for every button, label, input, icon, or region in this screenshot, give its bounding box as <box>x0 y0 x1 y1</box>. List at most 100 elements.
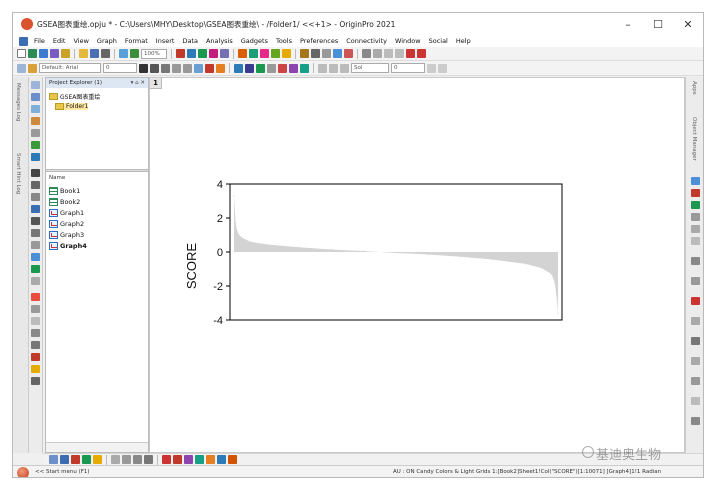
tree-root[interactable]: GSEA图表重绘 <box>49 92 100 101</box>
menu-help[interactable]: Help <box>456 37 471 45</box>
app-icon-2[interactable] <box>691 201 700 209</box>
refresh-icon[interactable] <box>130 49 139 58</box>
data-reader-icon[interactable] <box>300 63 309 73</box>
import-icon[interactable] <box>119 49 128 58</box>
save-icon[interactable] <box>90 49 99 58</box>
results-log-icon[interactable] <box>271 49 280 58</box>
data-selector-icon[interactable] <box>31 141 40 149</box>
legend-icon[interactable] <box>278 63 287 73</box>
object-manager-tab[interactable]: Object Manager <box>691 117 697 161</box>
app-icon-6[interactable] <box>691 257 700 265</box>
app-icon-7[interactable] <box>691 277 700 285</box>
zoom-select[interactable]: 100% <box>141 48 167 59</box>
menu-analysis[interactable]: Analysis <box>206 37 233 45</box>
app-icon-13[interactable] <box>691 397 700 405</box>
fill-color-icon[interactable] <box>216 63 225 73</box>
new-matrix-icon[interactable] <box>50 49 59 58</box>
theme-icon[interactable] <box>28 63 37 73</box>
menu-graph[interactable]: Graph <box>97 37 117 45</box>
merge-graph-icon[interactable] <box>234 63 243 73</box>
minimize-button[interactable]: – <box>613 13 643 35</box>
date-time-icon[interactable] <box>31 317 40 325</box>
ternary-icon[interactable] <box>206 455 215 464</box>
matrix-plot-icon[interactable] <box>111 455 120 464</box>
app-icon-11[interactable] <box>691 357 700 365</box>
apps-tab[interactable]: Apps <box>691 81 697 95</box>
menu-connectivity[interactable]: Connectivity <box>346 37 387 45</box>
app-icon-10[interactable] <box>691 337 700 345</box>
region-tool-icon[interactable] <box>31 153 40 161</box>
rectangle-tool-icon[interactable] <box>31 217 40 225</box>
statistics-plot-icon[interactable] <box>162 455 171 464</box>
font-size-select[interactable]: 0 <box>103 63 137 73</box>
waterfall-icon[interactable] <box>228 455 237 464</box>
layer-contents-icon[interactable] <box>245 63 254 73</box>
app-icon-14[interactable] <box>691 417 700 425</box>
arrow-icon[interactable] <box>340 63 349 73</box>
menu-view[interactable]: View <box>73 37 88 45</box>
menu-format[interactable]: Format <box>125 37 148 45</box>
statistics-icon[interactable] <box>333 49 342 58</box>
smart-hint-log-tab[interactable]: Smart Hint Log <box>15 153 21 194</box>
align-icon[interactable] <box>267 63 276 73</box>
subscript-icon[interactable] <box>183 63 192 73</box>
new-graph-icon[interactable] <box>39 49 48 58</box>
app-icon-1[interactable] <box>691 189 700 197</box>
contour-icon[interactable] <box>122 455 131 464</box>
math-x-icon[interactable] <box>384 49 393 58</box>
table-icon[interactable] <box>220 49 229 58</box>
pointer-mode-icon[interactable] <box>17 63 26 73</box>
scale-tool-icon[interactable] <box>31 105 40 113</box>
app-icon-8[interactable] <box>691 297 700 305</box>
line-color-icon[interactable] <box>318 63 327 73</box>
object-edit-icon[interactable] <box>31 377 40 385</box>
menu-social[interactable]: Social <box>429 37 448 45</box>
scatter-plot-icon[interactable] <box>60 455 69 464</box>
plot-icon[interactable] <box>198 49 207 58</box>
menu-tools[interactable]: Tools <box>276 37 292 45</box>
curved-arrow-icon[interactable] <box>31 193 40 201</box>
list-item-graph4[interactable]: Graph4 <box>49 242 87 250</box>
list-item-graph3[interactable]: Graph3 <box>49 231 84 239</box>
list-item-graph1[interactable]: Graph1 <box>49 209 84 217</box>
symbol-icon[interactable] <box>427 63 436 73</box>
polar-icon[interactable] <box>217 455 226 464</box>
layer-icon[interactable] <box>187 49 196 58</box>
line-symbol-icon[interactable] <box>71 455 80 464</box>
freehand-tool-icon[interactable] <box>31 253 40 261</box>
math-y-icon[interactable] <box>395 49 404 58</box>
new-project-icon[interactable] <box>17 49 26 58</box>
open-icon[interactable] <box>79 49 88 58</box>
font-color-icon[interactable] <box>205 63 214 73</box>
circle-tool-icon[interactable] <box>31 229 40 237</box>
menu-window[interactable]: Window <box>395 37 421 45</box>
insert-table-icon[interactable] <box>31 277 40 285</box>
font-select[interactable]: Default: Arial <box>39 63 101 73</box>
greek-icon[interactable] <box>194 63 203 73</box>
surface-icon[interactable] <box>144 455 153 464</box>
project-explorer-controls[interactable]: ▾ ⌂ ✕ <box>131 78 145 88</box>
origin-app-icon[interactable] <box>21 18 33 30</box>
data-reader-tool-icon[interactable] <box>31 129 40 137</box>
screen-reader-icon[interactable] <box>31 117 40 125</box>
mask-icon[interactable] <box>31 353 40 361</box>
tree-folder1[interactable]: Folder1 <box>55 103 89 110</box>
heatmap-icon[interactable] <box>133 455 142 464</box>
app-icon-3[interactable] <box>691 213 700 221</box>
underline-icon[interactable] <box>161 63 170 73</box>
pattern-icon[interactable] <box>329 63 338 73</box>
column-plot-icon[interactable] <box>82 455 91 464</box>
menu-insert[interactable]: Insert <box>156 37 175 45</box>
histogram-icon[interactable] <box>184 455 193 464</box>
score-chart[interactable]: 4 2 0 -2 -4 SCORE <box>170 168 590 428</box>
close-button[interactable]: ✕ <box>673 13 703 35</box>
pointer-tool-icon[interactable] <box>31 81 40 89</box>
list-item-book1[interactable]: Book1 <box>49 187 80 195</box>
app-icon-4[interactable] <box>691 225 700 233</box>
insert-equation-icon[interactable] <box>31 305 40 313</box>
messages-log-tab[interactable]: Messages Log <box>15 83 21 122</box>
new-notes-icon[interactable] <box>61 49 70 58</box>
app-icon-5[interactable] <box>691 237 700 245</box>
name-column-header[interactable]: Name <box>49 175 65 181</box>
size-icon[interactable] <box>438 63 447 73</box>
